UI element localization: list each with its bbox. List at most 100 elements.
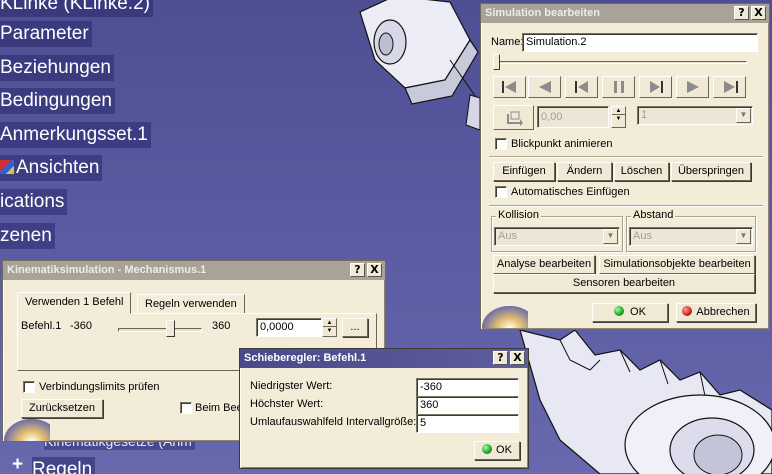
loop-mode-button[interactable]: [493, 105, 534, 130]
edit-sensors-button[interactable]: Sensoren bearbeiten: [493, 274, 755, 293]
collision-select-value: Aus: [498, 230, 517, 242]
cancel-button[interactable]: Abbrechen: [676, 303, 756, 322]
reset-button[interactable]: Zurücksetzen: [21, 399, 103, 418]
ok-green-icon: [482, 444, 493, 454]
command-value-input[interactable]: 0,0000: [256, 318, 322, 337]
slider-settings-dialog: Schieberegler: Befehl.1 ? X Niedrigster …: [239, 348, 529, 469]
help-button[interactable]: ?: [493, 351, 508, 365]
dialog-title: Kinematiksimulation - Mechanismus.1: [7, 264, 207, 276]
modify-button[interactable]: Ändern: [557, 162, 612, 181]
dialog-title: Schieberegler: Befehl.1: [244, 352, 367, 364]
step-forward-button[interactable]: [639, 76, 672, 98]
play-forward-icon: [686, 81, 699, 93]
name-label: Name:: [491, 36, 524, 48]
delete-button[interactable]: Löschen: [614, 162, 669, 181]
max-value-input[interactable]: 360: [416, 396, 519, 415]
tree-item-scenes[interactable]: zenen: [0, 223, 55, 249]
tab-use-command[interactable]: Verwenden 1 Befehl: [17, 292, 132, 314]
skip-to-end-button[interactable]: [713, 76, 746, 98]
step-forward-icon: [649, 81, 663, 93]
command-label: Befehl.1: [21, 320, 62, 332]
spin-up-icon[interactable]: ▲: [323, 319, 336, 327]
tree-item-parameters[interactable]: Parameter: [0, 21, 92, 47]
tree-item-label: ications: [0, 191, 65, 212]
interval-label: Umlaufauswahlfeld Intervallgröße:: [250, 416, 417, 428]
command-slider-track: [118, 328, 202, 332]
ok-button[interactable]: OK: [592, 303, 668, 322]
name-input[interactable]: Simulation.2: [522, 33, 758, 52]
timeline-slider[interactable]: [493, 54, 500, 70]
help-button[interactable]: ?: [734, 6, 749, 20]
check-limits-checkbox[interactable]: [23, 381, 35, 393]
auto-insert-checkbox[interactable]: [495, 186, 507, 198]
loop-icon: [506, 111, 523, 126]
chevron-down-icon[interactable]: ▼: [603, 229, 618, 244]
tree-item-relations[interactable]: Beziehungen: [0, 55, 114, 81]
slider-max-label: 360: [212, 320, 231, 332]
pause-icon: [613, 81, 624, 93]
tree-item-label: Parameter: [0, 23, 89, 44]
animate-viewpoint-checkbox[interactable]: [495, 138, 507, 150]
chevron-down-icon[interactable]: ▼: [736, 108, 751, 123]
separator: [489, 205, 763, 207]
interval-input[interactable]: 5: [416, 414, 519, 433]
tree-item-label: Bedingungen: [0, 90, 112, 111]
min-value-input[interactable]: -360: [416, 378, 519, 397]
step-backward-button[interactable]: [565, 76, 598, 98]
timeline-track: [493, 61, 747, 64]
step-size-input[interactable]: 0,00: [537, 106, 609, 128]
spin-up-icon[interactable]: ▲: [612, 107, 625, 115]
step-combo[interactable]: 1 ▼: [637, 106, 753, 125]
max-value-label: Höchster Wert:: [250, 398, 324, 410]
distance-select-value: Aus: [633, 230, 652, 242]
skip-button[interactable]: Überspringen: [671, 162, 751, 181]
tree-item-product[interactable]: KLinke (KLinke.2): [0, 0, 153, 17]
tree-item-label: Beziehungen: [0, 57, 111, 78]
title-bar[interactable]: Kinematiksimulation - Mechanismus.1 ? X: [3, 261, 385, 280]
simulation-edit-dialog: Simulation bearbeiten ? X Name: Simulati…: [480, 3, 770, 330]
tree-item-applications[interactable]: ications: [0, 189, 68, 215]
more-options-button[interactable]: ...: [342, 318, 368, 337]
tab-use-rules[interactable]: Regeln verwenden: [137, 294, 245, 314]
step-size-spinner[interactable]: ▲ ▼: [611, 106, 626, 128]
close-button[interactable]: X: [751, 6, 766, 20]
distance-select[interactable]: Aus ▼: [629, 227, 753, 246]
hex-nut-part: [359, 0, 479, 105]
distance-group-title: Abstand: [631, 209, 676, 221]
step-backward-icon: [574, 81, 588, 93]
tree-item-label: KLinke (KLinke.2): [0, 0, 150, 14]
chevron-down-icon[interactable]: ▼: [736, 229, 751, 244]
tree-item-annotation-set[interactable]: Anmerkungsset.1: [0, 122, 151, 148]
tree-expand-plus-icon[interactable]: +: [12, 454, 23, 474]
tree-item-views[interactable]: Ansichten: [0, 155, 103, 181]
on-end-checkbox[interactable]: [180, 402, 192, 414]
collision-select[interactable]: Aus ▼: [494, 227, 620, 246]
command-slider[interactable]: [166, 320, 175, 337]
edit-sim-objects-button[interactable]: Simulationsobjekte bearbeiten: [599, 255, 755, 274]
tree-item-label: Anmerkungsset.1: [0, 124, 148, 145]
close-button[interactable]: X: [510, 351, 525, 365]
spin-down-icon[interactable]: ▼: [612, 115, 625, 123]
title-bar[interactable]: Schieberegler: Befehl.1 ? X: [240, 349, 528, 368]
shaft-part: [465, 94, 481, 131]
command-value-spinner[interactable]: ▲ ▼: [322, 318, 337, 337]
ok-button[interactable]: OK: [474, 441, 520, 460]
tree-item-rules[interactable]: Regeln: [32, 457, 96, 474]
slider-min-label: -360: [70, 320, 93, 332]
close-button[interactable]: X: [367, 263, 382, 277]
tree-item-constraints[interactable]: Bedingungen: [0, 88, 115, 114]
cancel-red-icon: [682, 306, 693, 316]
spin-down-icon[interactable]: ▼: [323, 327, 336, 335]
step-combo-value: 1: [641, 109, 648, 121]
pause-button[interactable]: [602, 76, 635, 98]
views-cube-icon: [0, 160, 14, 174]
title-bar[interactable]: Simulation bearbeiten ? X: [481, 4, 769, 23]
play-forward-button[interactable]: [676, 76, 709, 98]
collision-group-title: Kollision: [496, 209, 541, 221]
help-button[interactable]: ?: [350, 263, 365, 277]
play-backward-button[interactable]: [528, 76, 561, 98]
insert-button[interactable]: Einfügen: [493, 162, 555, 181]
compass-logo-icon: [4, 419, 50, 441]
edit-analysis-button[interactable]: Analyse bearbeiten: [493, 255, 595, 274]
skip-to-start-button[interactable]: [493, 76, 526, 98]
